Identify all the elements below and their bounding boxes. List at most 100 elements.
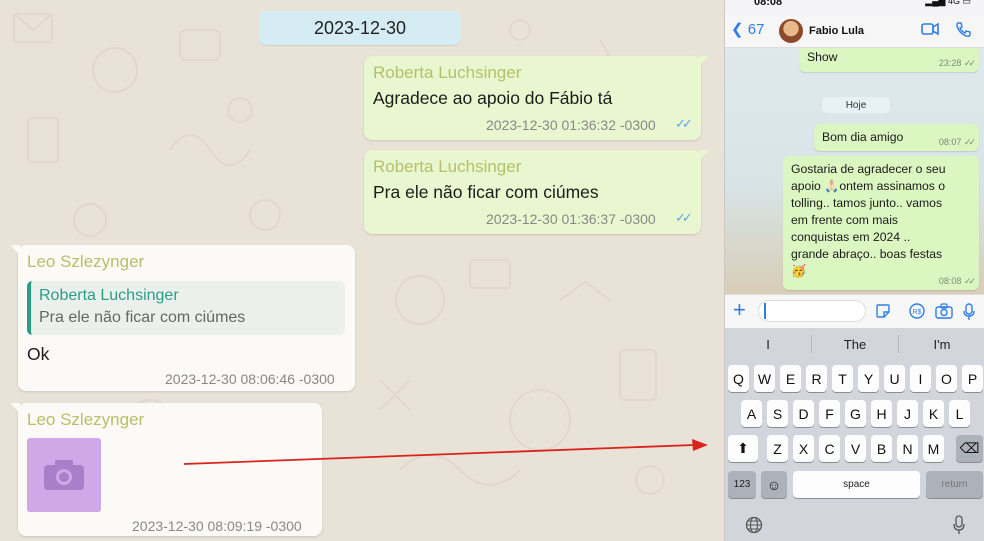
key[interactable]: K [923, 400, 944, 427]
quoted-sender: Roberta Luchsinger [39, 287, 179, 304]
camera-icon [44, 460, 84, 490]
key[interactable]: Q [728, 365, 749, 392]
bubble-tail [10, 403, 20, 413]
double-check-icon: ✓✓ [963, 137, 976, 147]
key[interactable]: F [819, 400, 840, 427]
dictation-icon[interactable] [953, 515, 965, 535]
sticker-icon[interactable] [875, 303, 891, 319]
double-check-icon: ✓✓ [963, 276, 976, 286]
phone-message-time: 23:28 ✓✓ [938, 58, 976, 68]
outgoing-message[interactable]: Roberta Luchsinger Pra ele não ficar com… [364, 150, 709, 234]
payment-icon[interactable]: R$ [908, 303, 926, 319]
status-bar: 08:08 ▂▄▆ 4G ▭ [725, 0, 984, 14]
shift-icon: ⬆ [737, 440, 749, 456]
message-text: Ok [27, 344, 50, 364]
double-check-icon: ✓✓ [963, 58, 976, 68]
key[interactable]: L [949, 400, 970, 427]
return-key[interactable]: return [926, 471, 983, 498]
phone-message-text: Show [807, 50, 838, 64]
phone-message[interactable]: Gostaria de agradecer o seu apoio 🙏🏻onte… [783, 156, 979, 290]
key[interactable]: P [962, 365, 983, 392]
suggestion[interactable]: I'm [899, 337, 984, 352]
key[interactable]: S [767, 400, 788, 427]
date-divider: 2023-12-30 [259, 11, 461, 45]
emoji-icon: ☺ [766, 476, 782, 493]
microphone-icon[interactable] [963, 303, 975, 321]
day-divider: Hoje [822, 97, 890, 113]
key[interactable]: J [897, 400, 918, 427]
key[interactable]: V [845, 435, 866, 462]
camera-icon[interactable] [935, 303, 953, 319]
key[interactable]: U [884, 365, 905, 392]
shift-key[interactable]: ⬆ [728, 435, 758, 462]
key[interactable]: C [819, 435, 840, 462]
message-input-bar: + R$ [725, 294, 984, 328]
ios-keyboard: I The I'm Q W E R T Y U I O P A S D F G … [725, 328, 984, 541]
quoted-text: Pra ele não ficar com ciúmes [39, 309, 246, 326]
sender-name: Roberta Luchsinger [373, 63, 522, 82]
key[interactable]: X [793, 435, 814, 462]
key[interactable]: T [832, 365, 853, 392]
space-key[interactable]: space [793, 471, 920, 498]
key[interactable]: O [936, 365, 957, 392]
svg-text:R$: R$ [913, 309, 922, 316]
emoji-key[interactable]: ☺ [761, 471, 787, 498]
key[interactable]: B [871, 435, 892, 462]
suggestion[interactable]: I [725, 337, 811, 352]
key[interactable]: Z [767, 435, 788, 462]
phone-chat-area: Show 23:28 ✓✓ Hoje Bom dia amigo 08:07 ✓… [725, 48, 984, 294]
bubble-tail [699, 56, 709, 66]
phone-message-time: 08:07 ✓✓ [938, 137, 976, 147]
backspace-key[interactable]: ⌫ [956, 435, 983, 462]
key[interactable]: Y [858, 365, 879, 392]
phone-message-text: Gostaria de agradecer o seu apoio 🙏🏻onte… [791, 162, 946, 278]
signal-icon: ▂▄▆ [925, 0, 948, 6]
message-timestamp: 2023-12-30 01:36:37 -0300 [486, 211, 656, 227]
key[interactable]: G [845, 400, 866, 427]
globe-icon[interactable] [745, 516, 763, 534]
avatar[interactable] [779, 19, 803, 43]
back-button[interactable]: ❮ 67 [731, 20, 764, 38]
message-input[interactable] [758, 300, 866, 322]
key[interactable]: N [897, 435, 918, 462]
numbers-key[interactable]: 123 [728, 471, 756, 498]
contact-name[interactable]: Fabio Lula [809, 25, 864, 37]
quoted-message[interactable]: Roberta Luchsinger Pra ele não ficar com… [27, 281, 345, 335]
key[interactable]: D [793, 400, 814, 427]
message-timestamp: 2023-12-30 08:06:46 -0300 [165, 371, 335, 387]
phone-call-icon[interactable] [955, 22, 971, 38]
phone-message[interactable]: Show 23:28 ✓✓ [799, 48, 979, 72]
incoming-message[interactable]: Leo Szlezynger 2023-12-30 08:09:19 -0300 [10, 403, 322, 536]
message-text: Pra ele não ficar com ciúmes [373, 182, 599, 202]
plus-icon[interactable]: + [733, 297, 746, 323]
key[interactable]: M [923, 435, 944, 462]
unread-count: 67 [747, 21, 765, 38]
suggestion[interactable]: The [812, 337, 898, 352]
message-timestamp: 2023-12-30 01:36:32 -0300 [486, 117, 656, 133]
video-call-icon[interactable] [921, 22, 939, 36]
suggestion-bar: I The I'm [725, 328, 984, 360]
image-attachment[interactable] [27, 438, 101, 512]
key[interactable]: R [806, 365, 827, 392]
message-text: Agradece ao apoio do Fábio tá [373, 88, 613, 108]
status-time: 08:08 [754, 0, 783, 8]
key[interactable]: I [910, 365, 931, 392]
bubble-tail [10, 245, 20, 255]
date-divider-label: 2023-12-30 [313, 17, 407, 38]
chat-header: ❮ 67 Fabio Lula [725, 14, 984, 48]
chevron-left-icon: ❮ [731, 21, 744, 38]
key[interactable]: H [871, 400, 892, 427]
sender-name: Leo Szlezynger [27, 410, 145, 429]
key[interactable]: W [754, 365, 775, 392]
phone-message[interactable]: Bom dia amigo 08:07 ✓✓ [814, 124, 979, 151]
backspace-icon: ⌫ [959, 440, 980, 456]
key[interactable]: E [780, 365, 801, 392]
double-check-icon: ✓✓ [675, 116, 693, 131]
incoming-message[interactable]: Leo Szlezynger Roberta Luchsinger Pra el… [10, 245, 355, 391]
chat-export-panel: 2023-12-30 Roberta Luchsinger Agradece a… [0, 0, 724, 541]
phone-message-time: 08:08 ✓✓ [938, 276, 976, 286]
network-label: 4G [947, 0, 960, 6]
key[interactable]: A [741, 400, 762, 427]
phone-screenshot: 08:08 ▂▄▆ 4G ▭ ❮ 67 Fabio Lula Show 23:2… [724, 0, 984, 541]
outgoing-message[interactable]: Roberta Luchsinger Agradece ao apoio do … [364, 56, 709, 140]
